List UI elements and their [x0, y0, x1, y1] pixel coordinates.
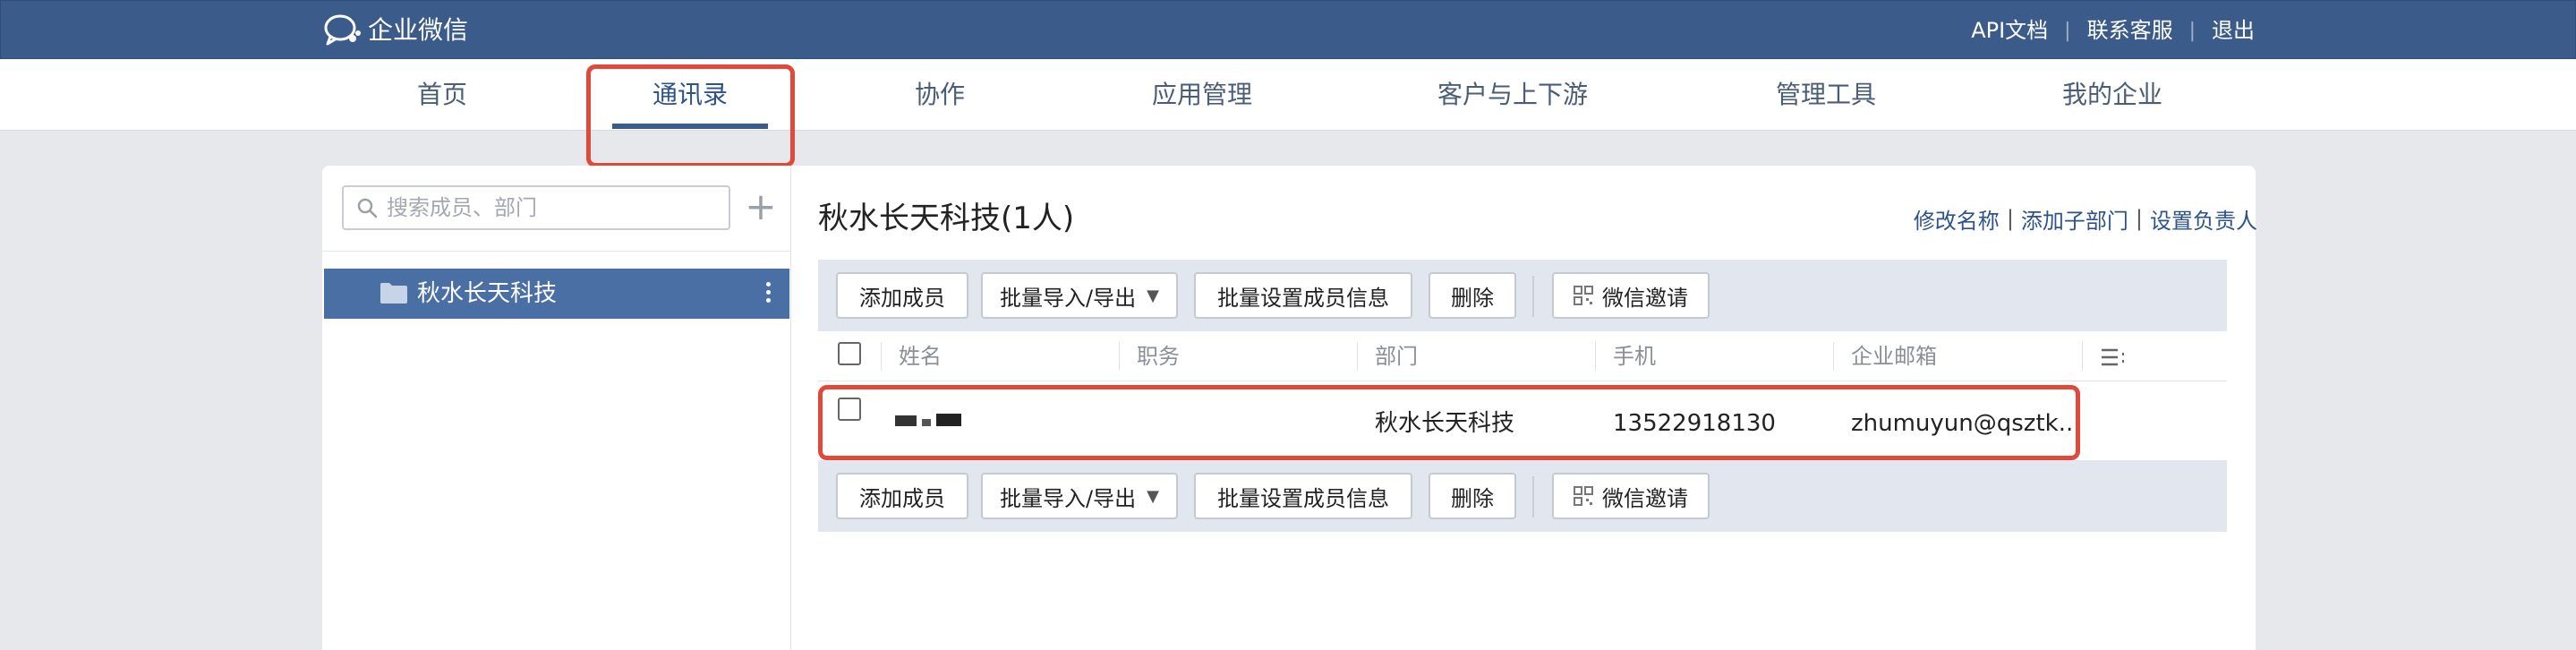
- app-title: 企业微信: [368, 15, 469, 45]
- divider: |: [2006, 206, 2014, 231]
- wecom-logo-icon: [324, 14, 361, 46]
- select-all-checkbox[interactable]: [838, 342, 861, 365]
- column-divider: [2082, 342, 2083, 371]
- tab-admin-tools[interactable]: 管理工具: [1736, 59, 1915, 131]
- active-tab-indicator: [612, 124, 768, 129]
- member-table-header: 姓名 职务 部门 手机 企业邮箱: [818, 331, 2227, 381]
- column-header-phone[interactable]: 手机: [1613, 331, 1656, 381]
- search-field[interactable]: [342, 185, 730, 230]
- caret-down-icon: ▼: [1147, 286, 1159, 305]
- wechat-invite-button[interactable]: 微信邀请: [1552, 473, 1710, 519]
- column-header-email[interactable]: 企业邮箱: [1851, 331, 1937, 381]
- add-subdepartment-link[interactable]: 添加子部门: [2021, 203, 2128, 235]
- divider: [1532, 276, 1534, 317]
- column-divider: [1833, 342, 1834, 371]
- member-email: zhumuyun@qsztk...: [1851, 410, 2081, 437]
- divider: |: [2064, 19, 2071, 42]
- divider: |: [2135, 206, 2143, 231]
- import-export-label: 批量导入/导出: [1000, 285, 1137, 311]
- search-icon: [357, 198, 378, 218]
- api-docs-link[interactable]: API文档: [1971, 13, 2048, 47]
- import-export-label: 批量导入/导出: [1000, 485, 1137, 511]
- divider: [1532, 476, 1534, 517]
- divider: |: [2188, 19, 2196, 42]
- set-manager-link[interactable]: 设置负责人: [2150, 203, 2257, 235]
- department-actions: 修改名称 | 添加子部门 | 设置负责人: [1914, 202, 2257, 235]
- wechat-invite-label: 微信邀请: [1602, 485, 1688, 511]
- column-header-title[interactable]: 职务: [1137, 331, 1180, 381]
- rename-link[interactable]: 修改名称: [1914, 203, 2000, 235]
- column-header-name[interactable]: 姓名: [899, 331, 942, 381]
- add-member-button[interactable]: 添加成员: [836, 473, 968, 519]
- delete-button[interactable]: 删除: [1429, 473, 1516, 519]
- table-row[interactable]: 秋水长天科技 13522918130 zhumuyun@qsztk...: [818, 385, 2227, 462]
- qr-code-icon: [1574, 286, 1593, 305]
- member-name-redacted: [893, 380, 968, 457]
- column-divider: [1595, 342, 1596, 371]
- folder-icon: [380, 283, 407, 304]
- member-department: 秋水长天科技: [1375, 410, 1515, 437]
- top-links: API文档 | 联系客服 | 退出: [1971, 13, 2255, 47]
- column-divider: [1119, 342, 1120, 371]
- divider: [322, 251, 791, 252]
- tab-customers-partners[interactable]: 客户与上下游: [1414, 59, 1611, 131]
- column-header-department[interactable]: 部门: [1375, 331, 1418, 381]
- add-member-button[interactable]: 添加成员: [836, 272, 968, 319]
- column-divider: [881, 342, 882, 371]
- caret-down-icon: ▼: [1147, 486, 1159, 506]
- tab-contacts[interactable]: 通讯录: [627, 59, 753, 131]
- department-panel: [322, 166, 791, 650]
- wechat-invite-label: 微信邀请: [1602, 285, 1688, 311]
- top-bar: 企业微信 API文档 | 联系客服 | 退出: [0, 0, 2576, 59]
- tab-home[interactable]: 首页: [380, 59, 505, 131]
- delete-button[interactable]: 删除: [1429, 272, 1516, 319]
- contact-support-link[interactable]: 联系客服: [2087, 13, 2173, 47]
- app-logo[interactable]: 企业微信: [323, 13, 468, 47]
- add-department-icon[interactable]: +: [745, 188, 777, 226]
- tab-collaboration[interactable]: 协作: [877, 59, 1002, 131]
- more-options-icon[interactable]: [763, 279, 773, 308]
- batch-set-info-button[interactable]: 批量设置成员信息: [1194, 272, 1412, 319]
- row-checkbox[interactable]: [838, 398, 861, 421]
- member-toolbar-top: 添加成员 批量导入/导出 ▼ 批量设置成员信息 删除 微信邀请: [818, 260, 2227, 331]
- member-phone: 13522918130: [1613, 410, 1776, 437]
- wechat-invite-button[interactable]: 微信邀请: [1552, 272, 1710, 319]
- column-divider: [1357, 342, 1358, 371]
- import-export-button[interactable]: 批量导入/导出 ▼: [981, 272, 1178, 319]
- department-title: 秋水长天科技(1人): [818, 201, 1075, 236]
- column-settings-icon[interactable]: [2100, 347, 2127, 367]
- qr-code-icon: [1574, 486, 1593, 506]
- tab-my-company[interactable]: 我的企业: [2023, 59, 2202, 131]
- department-item-root[interactable]: 秋水长天科技: [324, 269, 789, 319]
- department-name: 秋水长天科技: [417, 280, 558, 307]
- batch-set-info-button[interactable]: 批量设置成员信息: [1194, 473, 1412, 519]
- logout-link[interactable]: 退出: [2212, 13, 2255, 47]
- tab-app-management[interactable]: 应用管理: [1113, 59, 1292, 131]
- import-export-button[interactable]: 批量导入/导出 ▼: [981, 473, 1178, 519]
- member-toolbar-bottom: 添加成员 批量导入/导出 ▼ 批量设置成员信息 删除 微信邀请: [818, 460, 2227, 532]
- search-input[interactable]: [387, 195, 718, 220]
- main-nav: 首页 通讯录 协作 应用管理 客户与上下游 管理工具 我的企业: [0, 59, 2576, 131]
- redacted-name-mark: [895, 414, 961, 426]
